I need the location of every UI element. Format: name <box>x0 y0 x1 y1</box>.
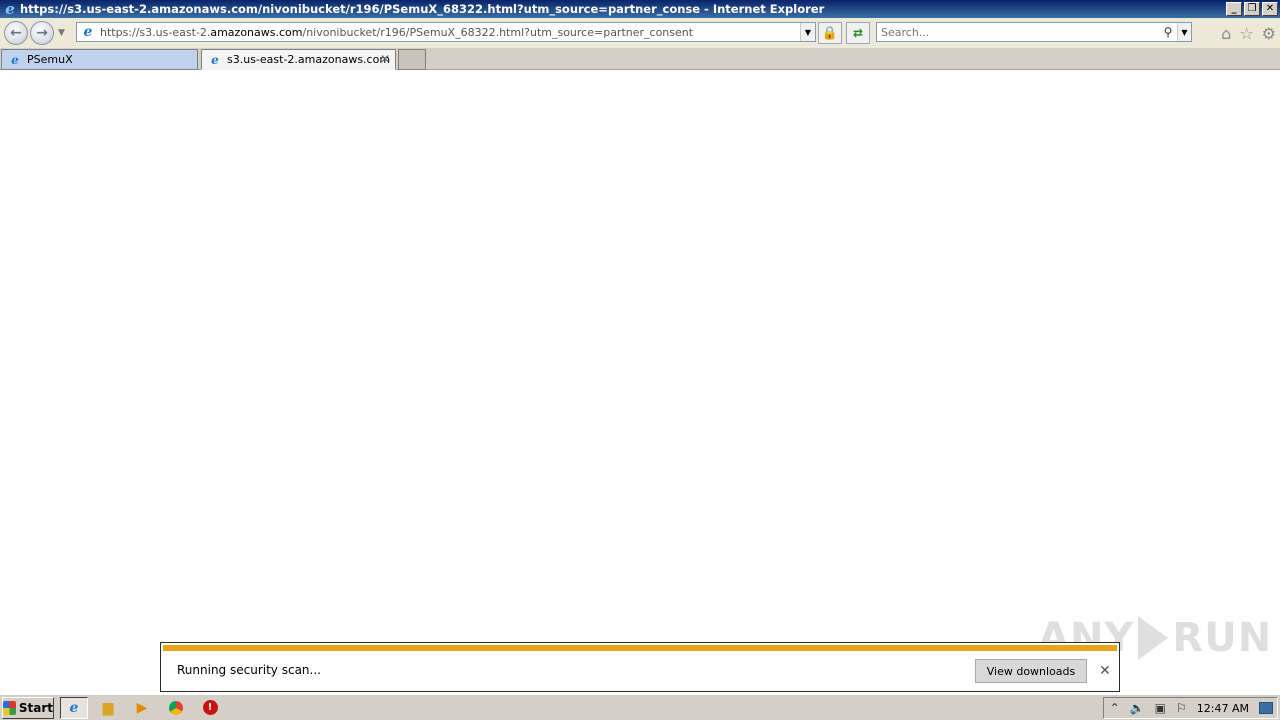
refresh-icon: ⇄ <box>852 26 864 40</box>
url-host: amazonaws.com <box>210 25 303 39</box>
ie-logo-icon: e <box>5 0 15 18</box>
system-tray: ⌃ 🔈 ▣ ⚐ 12:47 AM <box>1102 697 1278 719</box>
chevron-down-icon: ▼ <box>1181 27 1188 37</box>
address-dropdown-button[interactable]: ▼ <box>800 23 815 41</box>
window-title: https://s3.us-east-2.amazonaws.com/nivon… <box>20 2 825 16</box>
back-button[interactable]: ← <box>4 21 28 45</box>
taskbar-stop-app-button[interactable]: ! <box>196 697 224 719</box>
taskbar-media-player-button[interactable]: ▶ <box>128 697 156 719</box>
ie-page-icon: e <box>211 52 219 67</box>
tab-bar: e PSemuX e s3.us-east-2.amazonaws.com ✕ <box>0 48 1280 70</box>
network-icon[interactable]: ▣ <box>1155 701 1166 715</box>
search-icon[interactable]: ⚲ <box>1159 25 1177 39</box>
chevron-down-icon: ▼ <box>804 27 812 37</box>
forward-button[interactable]: → <box>30 21 54 45</box>
address-bar[interactable]: e https://s3.us-east-2.amazonaws.com/niv… <box>76 22 816 42</box>
close-notification-icon[interactable]: ✕ <box>1099 663 1111 679</box>
page-favicon-icon: e <box>83 24 93 40</box>
minimize-button[interactable]: _ <box>1226 2 1242 16</box>
show-desktop-icon[interactable] <box>1259 702 1273 714</box>
recent-pages-dropdown[interactable]: ▼ <box>58 28 65 38</box>
arrow-left-icon: ← <box>10 25 22 41</box>
tab-amazonaws[interactable]: e s3.us-east-2.amazonaws.com ✕ <box>201 49 396 70</box>
view-downloads-button[interactable]: View downloads <box>975 659 1087 683</box>
search-box[interactable]: ⚲ ▼ <box>876 22 1192 42</box>
tab-psemux[interactable]: e PSemuX <box>1 49 198 70</box>
page-content <box>0 71 1280 694</box>
folder-icon: ▆ <box>102 699 114 716</box>
window-titlebar: e https://s3.us-east-2.amazonaws.com/niv… <box>0 0 1280 18</box>
settings-gear-icon[interactable]: ⚙ <box>1262 24 1276 43</box>
play-icon <box>1138 616 1169 660</box>
red-stop-icon: ! <box>202 700 218 715</box>
action-center-flag-icon[interactable]: ⚐ <box>1176 701 1187 715</box>
lock-icon: 🔒 <box>821 25 839 41</box>
favorites-star-icon[interactable]: ☆ <box>1239 24 1253 43</box>
chrome-icon <box>169 700 183 715</box>
restore-button[interactable]: ❐ <box>1244 2 1260 16</box>
refresh-button[interactable]: ⇄ <box>846 22 870 44</box>
show-hidden-icons-icon[interactable]: ⌃ <box>1110 701 1120 715</box>
close-window-button[interactable]: ✕ <box>1262 2 1278 16</box>
ie-page-icon: e <box>11 52 19 67</box>
taskbar-ie-button[interactable]: e <box>60 696 88 719</box>
media-player-icon: ▶ <box>136 699 148 716</box>
navigation-bar: ← → ▼ e https://s3.us-east-2.amazonaws.c… <box>0 18 1280 48</box>
home-icon[interactable]: ⌂ <box>1221 24 1231 43</box>
tab-label: s3.us-east-2.amazonaws.com <box>227 53 391 66</box>
taskbar: Start e ▆ ▶ ! ⌃ 🔈 ▣ ⚐ 12:47 AM <box>0 694 1280 720</box>
taskbar-explorer-button[interactable]: ▆ <box>94 697 122 719</box>
new-tab-button[interactable] <box>398 49 426 70</box>
volume-icon[interactable]: 🔈 <box>1130 701 1145 715</box>
internet-explorer-icon: e <box>69 699 79 716</box>
search-input[interactable] <box>877 23 1159 41</box>
arrow-right-icon: → <box>36 25 48 41</box>
search-dropdown-button[interactable]: ▼ <box>1177 23 1191 41</box>
address-url[interactable]: https://s3.us-east-2.amazonaws.com/nivon… <box>100 26 800 39</box>
scan-progress-bar <box>163 645 1117 651</box>
clock[interactable]: 12:47 AM <box>1197 702 1249 715</box>
close-tab-icon[interactable]: ✕ <box>380 52 390 66</box>
download-notification-bar: Running security scan... View downloads … <box>160 642 1120 692</box>
download-status-message: Running security scan... <box>177 663 321 677</box>
security-lock-button[interactable]: 🔒 <box>818 22 842 44</box>
command-icons: ⌂ ☆ ⚙ <box>1221 24 1276 43</box>
watermark-right: RUN <box>1172 615 1273 661</box>
url-suffix: /nivonibucket/r196/PSemuX_68322.html?utm… <box>302 25 694 39</box>
taskbar-chrome-button[interactable] <box>162 697 190 719</box>
windows-logo-icon <box>3 700 16 715</box>
start-button[interactable]: Start <box>2 696 54 719</box>
start-label: Start <box>18 700 53 715</box>
tab-label: PSemuX <box>27 53 73 66</box>
url-prefix: https://s3.us-east-2. <box>100 25 211 39</box>
window-controls: _ ❐ ✕ <box>1226 2 1278 16</box>
